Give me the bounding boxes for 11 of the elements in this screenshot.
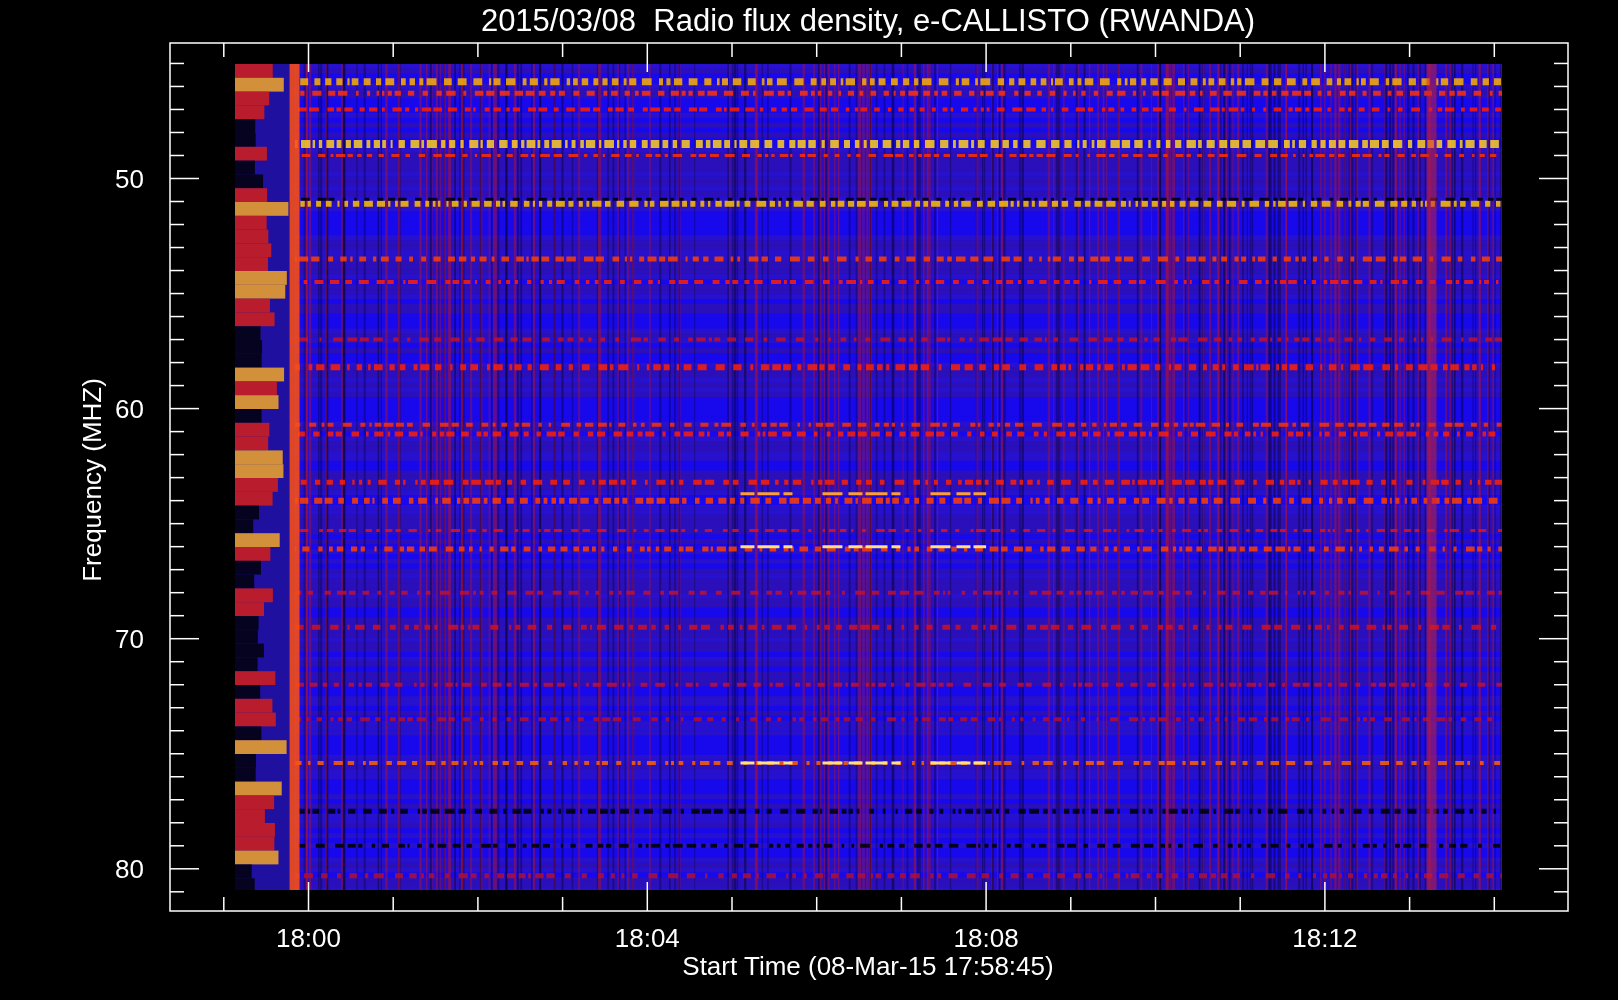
x-tick-label: 18:08 [953, 923, 1019, 953]
y-axis-label: Frequency (MHZ) [77, 378, 107, 582]
y-tick-label: 50 [115, 163, 144, 194]
y-tick-label: 80 [115, 853, 144, 884]
chart-title: 2015/03/08 Radio flux density, e-CALLISTO (RWANDA) [480, 3, 1256, 38]
x-axis-label: Start Time (08-Mar-15 17:58:45) [682, 951, 1054, 981]
y-tick-label: 70 [115, 623, 144, 654]
y-tick-label: 60 [115, 393, 144, 424]
x-tick-label: 18:12 [1292, 923, 1358, 953]
x-tick-label: 18:00 [275, 923, 342, 953]
x-tick-label: 18:04 [614, 923, 680, 953]
